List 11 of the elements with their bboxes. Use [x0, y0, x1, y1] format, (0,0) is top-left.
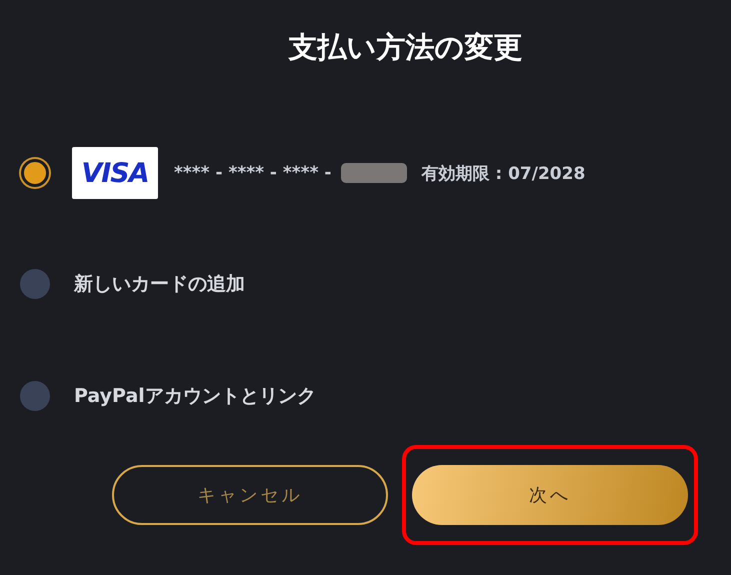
card-logo: VISA	[72, 147, 158, 199]
card-number: **** - **** - **** -	[174, 163, 332, 183]
expiry-date: 有効期限 : 07/2028	[421, 162, 586, 184]
option-label: PayPalアカウントとリンク	[74, 384, 316, 409]
dialog-title: 支払い方法の変更	[287, 29, 524, 66]
next-button[interactable]: 次へ	[412, 465, 688, 525]
option-label: 新しいカードの追加	[74, 272, 245, 297]
cancel-button[interactable]: キャンセル	[112, 465, 388, 525]
radio-button[interactable]	[20, 269, 50, 299]
radio-button[interactable]	[20, 381, 50, 411]
radio-button[interactable]	[21, 159, 49, 187]
